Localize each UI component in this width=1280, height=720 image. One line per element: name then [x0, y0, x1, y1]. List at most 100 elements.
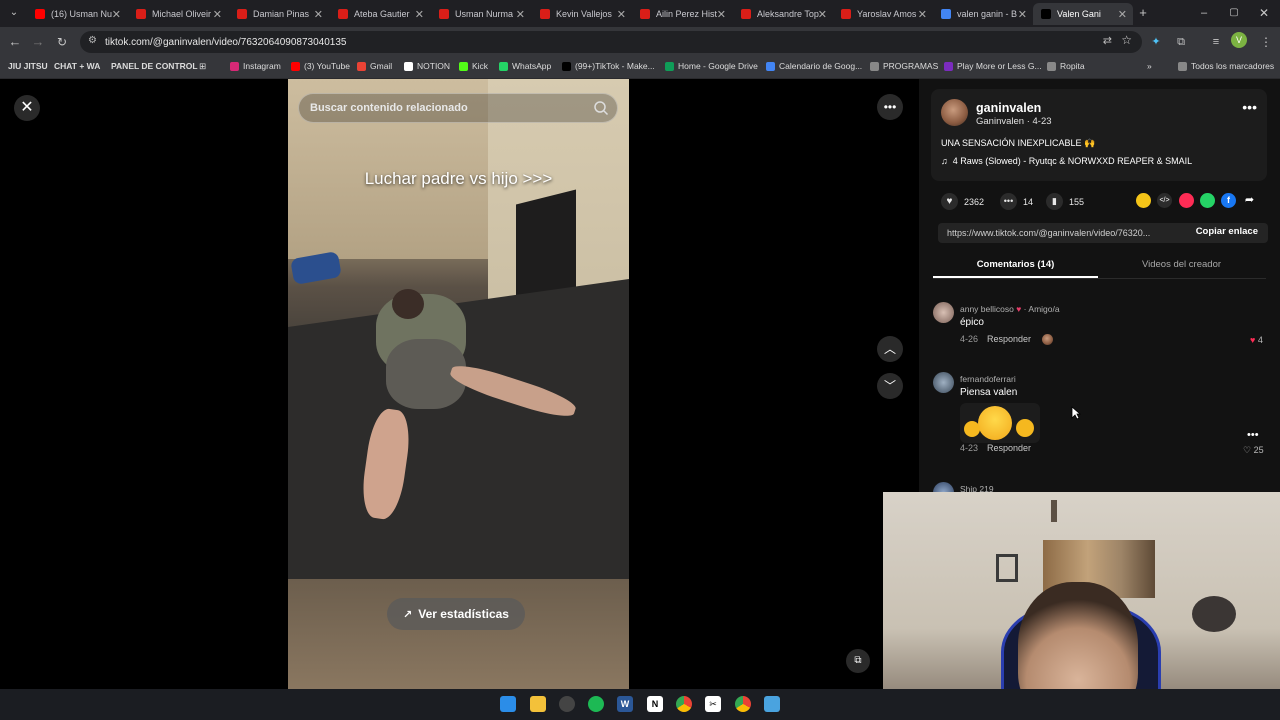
related-search-input[interactable]: Buscar contenido relacionado: [298, 93, 618, 123]
bookmark-item[interactable]: Kick: [459, 61, 488, 71]
bookmark-item[interactable]: Instagram: [230, 61, 281, 71]
view-stats-button[interactable]: ↗ Ver estadísticas: [387, 598, 525, 630]
bookmark-item[interactable]: NOTION: [404, 61, 450, 71]
save-stat[interactable]: ▮ 155: [1046, 193, 1084, 210]
commenter-avatar[interactable]: [933, 372, 954, 393]
restore-button[interactable]: ▢: [1224, 3, 1244, 23]
tab-search-chevron-icon[interactable]: ⌄: [4, 3, 24, 23]
more-bookmarks-icon[interactable]: »: [1147, 61, 1152, 71]
reload-icon[interactable]: ↻: [52, 32, 72, 52]
comment-stat[interactable]: ••• 14: [1000, 193, 1033, 210]
next-video-button[interactable]: ﹀: [877, 373, 903, 399]
picture-in-picture-icon[interactable]: ⧉: [846, 649, 870, 673]
bookmark-star-icon[interactable]: ☆: [1121, 33, 1132, 47]
video-player[interactable]: Buscar contenido relacionado Luchar padr…: [288, 79, 629, 689]
tab-close-icon[interactable]: ✕: [818, 8, 827, 21]
heart-icon[interactable]: ♥: [941, 193, 958, 210]
tab-close-icon[interactable]: ✕: [1018, 8, 1027, 21]
bookmark-item[interactable]: WhatsApp: [499, 61, 551, 71]
browser-tab[interactable]: valen ganin - B ✕: [933, 3, 1033, 25]
browser-tab[interactable]: Usman Nurma ✕: [431, 3, 531, 25]
browser-menu-icon[interactable]: ⋮: [1256, 32, 1276, 52]
browser-tab[interactable]: Ailin Perez Hist ✕: [632, 3, 732, 25]
reply-button[interactable]: Responder: [987, 443, 1031, 453]
tab-close-icon[interactable]: ✕: [314, 8, 323, 21]
embed-code-icon[interactable]: </>: [1157, 193, 1172, 208]
window-close-button[interactable]: ✕: [1254, 3, 1274, 23]
file-explorer-icon[interactable]: [530, 696, 546, 712]
browser-tab[interactable]: Damian Pinas ✕: [229, 3, 329, 25]
bookmark-item[interactable]: (99+)TikTok - Make...: [562, 61, 655, 71]
forward-icon[interactable]: →: [28, 32, 48, 52]
tab-close-icon[interactable]: ✕: [415, 8, 424, 21]
bookmark-item[interactable]: CHAT + WA: [54, 61, 100, 71]
extensions-puzzle-icon[interactable]: ⧉: [1171, 32, 1191, 52]
tab-close-icon[interactable]: ✕: [717, 8, 726, 21]
like-stat[interactable]: ♥ 2362: [941, 193, 984, 210]
share-link-field[interactable]: https://www.tiktok.com/@ganinvalen/video…: [938, 223, 1268, 243]
tab-close-icon[interactable]: ✕: [213, 8, 222, 21]
url-field[interactable]: ⚙ tiktok.com/@ganinvalen/video/763206409…: [80, 31, 1142, 53]
new-tab-button[interactable]: +: [1133, 3, 1153, 23]
close-video-button[interactable]: ✕: [14, 95, 40, 121]
tab-comments[interactable]: Comentarios (14): [933, 259, 1098, 270]
share-send-icon[interactable]: [1179, 193, 1194, 208]
bookmark-item[interactable]: Ropita: [1047, 61, 1085, 71]
creator-avatar[interactable]: [941, 99, 968, 126]
tab-close-icon[interactable]: ✕: [918, 8, 927, 21]
bookmark-icon[interactable]: ▮: [1046, 193, 1063, 210]
bookmark-item[interactable]: PANEL DE CONTROL: [111, 61, 198, 71]
chrome-icon[interactable]: [676, 696, 692, 712]
browser-tab[interactable]: Ateba Gautier ✕: [330, 3, 430, 25]
share-yellow-icon[interactable]: [1136, 193, 1151, 208]
facebook-icon[interactable]: f: [1221, 193, 1236, 208]
bookmark-item[interactable]: (3) YouTube: [291, 61, 350, 71]
browser-tab[interactable]: Valen Gani ✕: [1033, 3, 1133, 25]
search-icon[interactable]: [593, 100, 609, 116]
spotify-icon[interactable]: [588, 696, 604, 712]
comment-icon[interactable]: •••: [1000, 193, 1017, 210]
comment-more-icon[interactable]: •••: [1247, 429, 1259, 441]
creator-more-icon[interactable]: •••: [1242, 99, 1257, 115]
translate-icon[interactable]: ⇄: [1103, 34, 1112, 47]
bookmark-item[interactable]: Gmail: [357, 61, 392, 71]
notepad-icon[interactable]: [764, 696, 780, 712]
tab-close-icon[interactable]: ✕: [112, 8, 121, 21]
creator-username[interactable]: ganinvalen: [976, 101, 1041, 115]
comment-like[interactable]: ♥ 4: [1250, 335, 1263, 345]
bookmark-item[interactable]: Todos los marcadores: [1178, 61, 1274, 71]
minimize-button[interactable]: –: [1194, 3, 1214, 23]
previous-video-button[interactable]: ︿: [877, 336, 903, 362]
bookmark-item[interactable]: Calendario de Goog...: [766, 61, 862, 71]
heart-icon[interactable]: ♥: [1250, 335, 1255, 345]
tab-close-icon[interactable]: ✕: [617, 8, 626, 21]
media-control-icon[interactable]: ≡: [1206, 32, 1226, 52]
app-icon[interactable]: [559, 696, 575, 712]
reply-button[interactable]: Responder: [987, 334, 1031, 344]
browser-tab[interactable]: Aleksandre Top ✕: [733, 3, 833, 25]
tab-close-icon[interactable]: ✕: [516, 8, 525, 21]
back-icon[interactable]: ←: [5, 32, 25, 52]
heart-outline-icon[interactable]: ♡: [1243, 445, 1251, 455]
browser-tab[interactable]: Michael Oliveir ✕: [128, 3, 228, 25]
comment-like[interactable]: ♡ 25: [1243, 445, 1264, 456]
profile-avatar[interactable]: V: [1231, 32, 1247, 48]
extension-icon[interactable]: ✦: [1146, 32, 1166, 52]
commenter-avatar[interactable]: [933, 302, 954, 323]
browser-tab[interactable]: (16) Usman Nu ✕: [27, 3, 127, 25]
share-arrow-icon[interactable]: ➦: [1242, 193, 1257, 208]
copy-link-button[interactable]: Copiar enlace: [1196, 226, 1258, 237]
more-options-button[interactable]: •••: [877, 94, 903, 120]
notion-icon[interactable]: N: [647, 696, 663, 712]
bookmark-item[interactable]: JIU JITSU: [8, 61, 48, 71]
chrome-active-icon[interactable]: [735, 696, 751, 712]
browser-tab[interactable]: Yaroslav Amos ✕: [833, 3, 933, 25]
bookmark-item[interactable]: Play More or Less G...: [944, 61, 1042, 71]
capcut-icon[interactable]: ✂: [705, 696, 721, 712]
whatsapp-icon[interactable]: [1200, 193, 1215, 208]
bookmark-item[interactable]: Home - Google Drive: [665, 61, 758, 71]
tab-creator-videos[interactable]: Videos del creador: [1099, 259, 1264, 270]
tab-close-icon[interactable]: ✕: [1118, 8, 1127, 21]
windows-start-icon[interactable]: [500, 696, 516, 712]
comment-username[interactable]: fernandoferrari: [960, 374, 1016, 384]
